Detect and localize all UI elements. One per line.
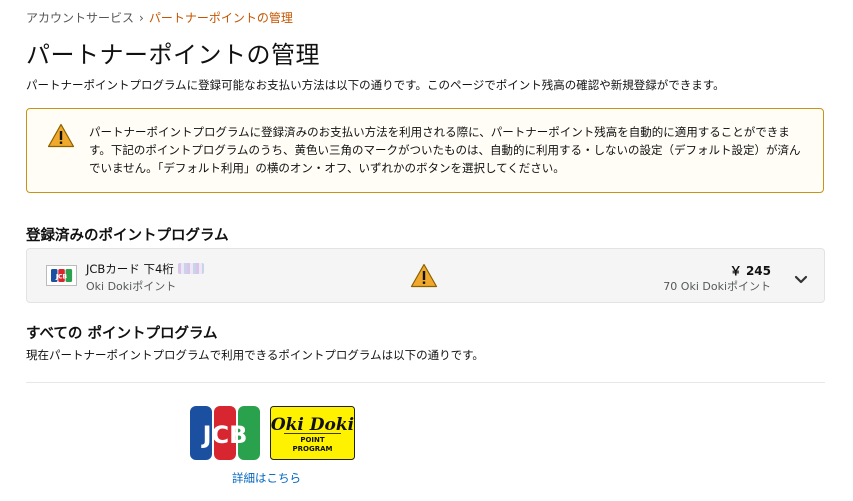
chevron-down-icon[interactable] [794,270,808,289]
okidoki-logo[interactable]: Oki Doki POINT PROGRAM [270,406,355,464]
point-balance-points: 70 Oki Dokiポイント [663,280,771,293]
breadcrumb: アカウントサービス › パートナーポイントの管理 [26,9,293,26]
breadcrumb-separator: › [139,11,144,25]
point-balance-amount: ￥ 245 [729,264,771,278]
okidoki-logo-point: POINT [300,436,325,444]
divider [26,382,825,383]
page-intro: パートナーポイントプログラムに登録可能なお支払い方法は以下の通りです。このページ… [26,78,725,92]
card-name-label: JCBカード 下4桁 [86,262,174,276]
warning-alert-box: パートナーポイントプログラムに登録済みのお支払い方法を利用される際に、パートナー… [26,108,824,193]
svg-text:JCB: JCB [55,274,68,281]
page-title: パートナーポイントの管理 [26,41,320,69]
registered-programs-heading: 登録済みのポイントプログラム [26,228,229,244]
registered-program-card[interactable]: JCB JCBカード 下4桁 Oki Dokiポイント ￥ 245 70 Oki… [26,248,825,303]
card-name: JCBカード 下4桁 [86,261,204,277]
all-programs-heading: すべての ポイントプログラム [26,326,218,342]
all-programs-description: 現在パートナーポイントプログラムで利用できるポイントプログラムは以下の通りです。 [26,348,484,362]
okidoki-logo-title: Oki Doki [271,415,354,435]
okidoki-logo-program: PROGRAM [293,445,333,453]
jcb-logo-text: JCB [201,421,248,449]
masked-card-digits [177,263,204,274]
default-not-set-warning-icon [410,263,438,292]
breadcrumb-current: パートナーポイントの管理 [148,11,293,25]
jcb-logo[interactable]: JCB [190,406,260,464]
breadcrumb-account-service-link[interactable]: アカウントサービス [26,11,134,25]
card-program-name: Oki Dokiポイント [86,280,177,293]
warning-alert-text: パートナーポイントプログラムに登録済みのお支払い方法を利用される際に、パートナー… [89,125,801,175]
jcb-card-icon: JCB [46,265,77,286]
warning-icon [47,123,75,152]
details-link[interactable]: 詳細はこちら [232,470,301,486]
